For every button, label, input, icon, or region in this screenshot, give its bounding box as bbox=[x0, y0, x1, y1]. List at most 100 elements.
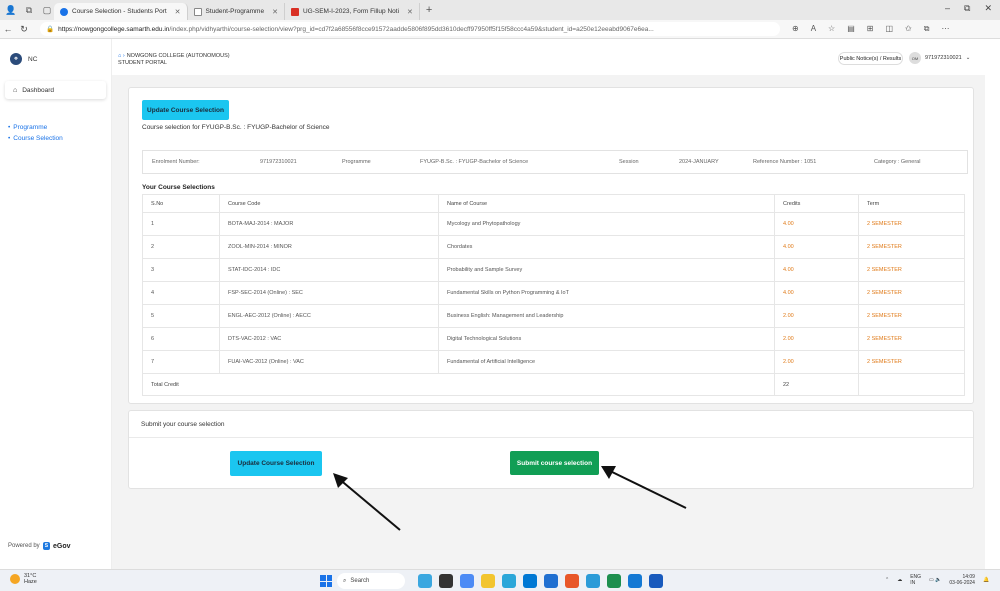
table-row: 7 FUAI-VAC-2012 (Online) : VAC Fundamental… bbox=[142, 350, 965, 374]
restore-icon[interactable]: ⧉ bbox=[964, 3, 970, 14]
cell-course-name: Digital Technological Solutions bbox=[438, 327, 775, 351]
onedrive-icon[interactable]: ☁ bbox=[897, 577, 902, 583]
close-icon[interactable]: ✕ bbox=[272, 8, 278, 16]
cell-sno: 4 bbox=[142, 281, 220, 305]
column-header-credits: Credits bbox=[774, 194, 859, 213]
favorites-icon[interactable]: ✩ bbox=[905, 24, 912, 34]
update-course-selection-button-top[interactable]: Update Course Selection bbox=[142, 100, 229, 120]
student-info-box: Enrolment Number: 971972310021 Programme… bbox=[142, 150, 968, 174]
excel-icon[interactable] bbox=[607, 574, 621, 588]
word-icon[interactable] bbox=[544, 574, 558, 588]
sidebar-item-course-selection[interactable]: Course Selection bbox=[8, 135, 63, 142]
section-title: Your Course Selections bbox=[142, 184, 215, 191]
programme-label: Programme bbox=[342, 159, 371, 165]
sidebar-icon[interactable]: ▤ bbox=[847, 24, 855, 34]
annotation-arrow-right bbox=[601, 466, 687, 509]
taskbar-apps bbox=[418, 574, 663, 588]
submit-course-selection-button[interactable]: Submit course selection bbox=[510, 451, 599, 475]
cell-credits: 4.00 bbox=[774, 212, 859, 236]
programme-value: FYUGP-B.Sc. : FYUGP-Bachelor of Science bbox=[420, 159, 529, 165]
taskbar-search-label: Search bbox=[350, 578, 370, 584]
favorite-star-icon[interactable]: ☆ bbox=[828, 24, 835, 34]
total-empty-cell bbox=[858, 373, 965, 396]
tab-student-programme[interactable]: Student-Programme ✕ bbox=[188, 3, 285, 20]
notification-bell-icon[interactable]: 🔔 bbox=[983, 577, 989, 583]
update-course-selection-button[interactable]: Update Course Selection bbox=[230, 451, 322, 476]
total-row: Total Credit 22 bbox=[142, 373, 965, 396]
collections-icon[interactable]: ⧉ bbox=[924, 24, 930, 34]
chevron-down-icon: ⌄ bbox=[965, 55, 971, 61]
office-icon[interactable] bbox=[565, 574, 579, 588]
outlook-icon[interactable] bbox=[649, 574, 663, 588]
enrolment-label: Enrolment Number: bbox=[152, 159, 200, 165]
cell-term: 2 SEMESTER bbox=[858, 350, 965, 374]
close-icon[interactable]: ✕ bbox=[407, 8, 413, 16]
chrome-icon[interactable] bbox=[586, 574, 600, 588]
profile-icon[interactable]: 👤 bbox=[4, 3, 18, 17]
read-aloud-icon[interactable]: A bbox=[811, 24, 816, 34]
cell-sno: 2 bbox=[142, 235, 220, 259]
close-icon[interactable]: ✕ bbox=[175, 8, 181, 16]
mail-icon[interactable] bbox=[628, 574, 642, 588]
task-view-icon[interactable] bbox=[439, 574, 453, 588]
extensions-icon[interactable]: ⊞ bbox=[867, 24, 874, 34]
language-indicator[interactable]: ENG IN bbox=[910, 574, 921, 586]
cell-course-code: DTS-VAC-2012 : VAC bbox=[219, 327, 439, 351]
app-icon[interactable] bbox=[460, 574, 474, 588]
home-icon[interactable]: ⌂ › bbox=[118, 53, 125, 59]
windows-start-icon[interactable] bbox=[320, 575, 332, 587]
course-rows: 1 BOTA-MAJ-2014 : MAJOR Mycology and Phyto… bbox=[142, 212, 965, 374]
reference-number: Reference Number : 1051 bbox=[753, 159, 817, 165]
zoom-icon[interactable]: ⊕ bbox=[792, 24, 799, 34]
powered-brand: eGov bbox=[53, 542, 71, 550]
file-explorer-icon[interactable] bbox=[481, 574, 495, 588]
user-menu[interactable]: OM 971972310021 ⌄ bbox=[909, 52, 970, 64]
tab-form-fillup[interactable]: UG-SEM-I-2023, Form Fillup Noti ✕ bbox=[285, 3, 420, 20]
sidebar-links: Programme Course Selection bbox=[8, 124, 63, 146]
egov-logo-icon: S bbox=[42, 542, 51, 550]
browser-address-bar: ← ↻ 🔒 https://nowgongcollege.samarth.edu… bbox=[0, 20, 1000, 39]
total-credit-value: 22 bbox=[774, 373, 859, 396]
table-header-row: S.No Course Code Name of Course Credits … bbox=[142, 194, 965, 213]
cell-course-code: BOTA-MAJ-2014 : MAJOR bbox=[219, 212, 439, 236]
sidebar-item-programme[interactable]: Programme bbox=[8, 124, 63, 131]
split-icon[interactable]: ◫ bbox=[885, 24, 893, 34]
taskbar-search[interactable]: ⌕ Search bbox=[337, 573, 405, 589]
close-window-icon[interactable]: ✕ bbox=[984, 3, 992, 14]
divider bbox=[129, 437, 973, 438]
chevron-up-icon[interactable]: ⌃ bbox=[885, 577, 889, 583]
cell-sno: 5 bbox=[142, 304, 220, 328]
tab-course-selection[interactable]: Course Selection - Students Port ✕ bbox=[54, 3, 188, 20]
browser-toolbar: ⊕ A ☆ ▤ ⊞ ◫ ✩ ⧉ ⋯ bbox=[792, 24, 949, 34]
public-notices-button[interactable]: Public Notice(s) / Results bbox=[838, 52, 903, 65]
minimize-icon[interactable]: – bbox=[945, 3, 950, 14]
clock[interactable]: 14:09 03-06-2024 bbox=[949, 574, 975, 586]
workspaces-icon[interactable]: ⧉ bbox=[22, 3, 36, 17]
brand[interactable]: ❖ NC bbox=[10, 53, 37, 65]
language-region: IN bbox=[910, 580, 916, 586]
network-volume-icon[interactable]: ▭ 🔈 bbox=[929, 577, 941, 583]
cell-term: 2 SEMESTER bbox=[858, 212, 965, 236]
search-icon: ⌕ bbox=[343, 577, 347, 584]
sidebar-item-dashboard[interactable]: ⌂ Dashboard bbox=[5, 81, 106, 99]
edge-icon[interactable] bbox=[502, 574, 516, 588]
cell-term: 2 SEMESTER bbox=[858, 281, 965, 305]
new-tab-button[interactable]: + bbox=[426, 4, 432, 16]
institution-name: NOWGONG COLLEGE (AUTONOMOUS) bbox=[126, 53, 230, 59]
store-icon[interactable] bbox=[523, 574, 537, 588]
more-icon[interactable]: ⋯ bbox=[941, 24, 949, 34]
home-icon: ⌂ bbox=[13, 86, 18, 94]
portal-name: STUDENT PORTAL bbox=[118, 60, 167, 66]
url-input[interactable]: 🔒 https://nowgongcollege.samarth.edu.in /… bbox=[40, 22, 780, 36]
tab-actions-icon[interactable]: ▢ bbox=[40, 3, 54, 17]
table-row: 6 DTS-VAC-2012 : VAC Digital Technological… bbox=[142, 327, 965, 351]
column-header-term: Term bbox=[858, 194, 965, 213]
enrolment-value: 971972310021 bbox=[260, 159, 297, 165]
back-icon[interactable]: ← bbox=[0, 24, 16, 34]
weather-widget[interactable]: 31°C Haze bbox=[10, 573, 37, 585]
main-content: Update Course Selection Course selection… bbox=[112, 75, 985, 569]
powered-by: Powered by S eGov bbox=[8, 542, 71, 550]
refresh-icon[interactable]: ↻ bbox=[16, 24, 32, 35]
people-app-icon[interactable] bbox=[418, 574, 432, 588]
cell-sno: 1 bbox=[142, 212, 220, 236]
